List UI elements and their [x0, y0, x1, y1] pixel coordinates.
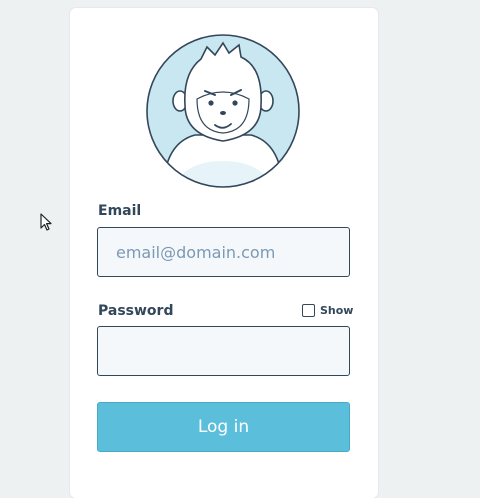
email-input[interactable] [97, 227, 350, 277]
yeti-avatar-icon [146, 34, 300, 188]
password-label: Password [98, 303, 174, 319]
mouse-cursor-icon [40, 213, 52, 231]
login-button[interactable]: Log in [97, 402, 350, 452]
show-password-toggle[interactable]: Show [302, 304, 353, 317]
show-password-label: Show [320, 304, 354, 317]
password-input[interactable] [97, 326, 350, 376]
show-password-checkbox[interactable] [302, 304, 315, 317]
login-card: Email Password Show Log in [70, 8, 378, 498]
email-label: Email [98, 203, 142, 219]
